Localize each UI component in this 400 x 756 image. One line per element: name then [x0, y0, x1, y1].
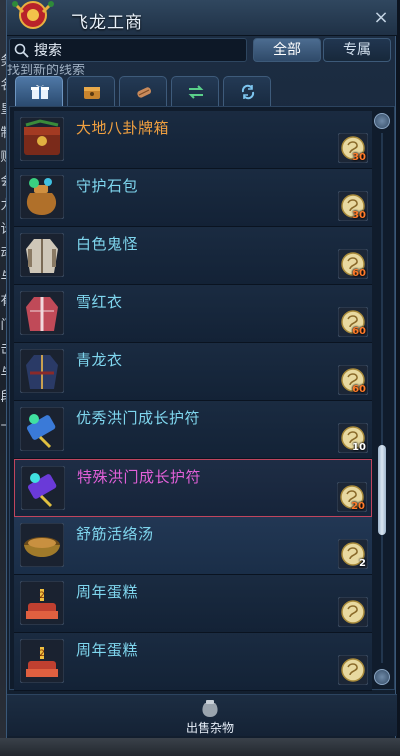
swap-icon	[188, 85, 204, 99]
coin-icon	[337, 654, 369, 686]
item-name: 周年蛋糕	[76, 583, 139, 601]
box-icon	[84, 87, 100, 99]
chest-icon	[20, 117, 64, 161]
stone-bag-icon	[20, 175, 64, 219]
item-row[interactable]: 特殊洪门成长护符 20	[14, 459, 372, 517]
gift-icon	[31, 84, 49, 99]
footer-bar: 出售杂物	[7, 694, 397, 736]
price-tag	[337, 596, 369, 628]
item-row[interactable]: 白色鬼怪 60	[14, 227, 372, 285]
item-name: 守护石包	[76, 177, 139, 195]
window-title: 飞龙工商	[71, 13, 143, 33]
item-row[interactable]: 守护石包 30	[14, 169, 372, 227]
svg-text:2: 2	[39, 591, 45, 601]
sell-junk-button[interactable]: 出售杂物	[175, 697, 245, 737]
sell-junk-label: 出售杂物	[185, 721, 234, 735]
item-name: 舒筋活络汤	[76, 525, 154, 543]
price-tag: 30	[337, 190, 369, 222]
tab-box[interactable]	[67, 76, 115, 106]
tab-refresh[interactable]	[223, 76, 271, 106]
item-row[interactable]: 舒筋活络汤 2	[14, 517, 372, 575]
tab-trade[interactable]	[171, 76, 219, 106]
price-value: 60	[352, 326, 366, 337]
scroll-down-button[interactable]	[374, 669, 390, 685]
search-icon	[14, 43, 29, 58]
scrollbar-track[interactable]	[381, 133, 383, 663]
coin-bag-icon	[202, 700, 218, 717]
price-tag: 10	[337, 422, 369, 454]
price-tag: 60	[337, 248, 369, 280]
cake-icon: 2	[20, 581, 64, 625]
dragon-robe-icon	[20, 349, 64, 393]
search-input[interactable]	[34, 41, 239, 61]
item-name: 大地八卦牌箱	[76, 119, 170, 137]
price-value: 10	[352, 442, 366, 453]
filter-exclusive-button[interactable]: 专属	[323, 38, 391, 62]
cake-icon: 2	[20, 639, 64, 683]
price-tag: 20	[336, 481, 368, 513]
tab-scroll[interactable]	[119, 76, 167, 106]
price-value: 20	[351, 501, 365, 512]
price-value: 30	[352, 210, 366, 221]
white-robe-icon	[20, 233, 64, 277]
close-button[interactable]: ×	[371, 8, 391, 28]
item-name: 青龙衣	[76, 351, 123, 369]
item-row[interactable]: 雪红衣 60	[14, 285, 372, 343]
refresh-icon	[241, 84, 255, 100]
item-name: 特殊洪门成长护符	[77, 468, 202, 486]
scroll-icon	[137, 87, 152, 98]
item-name: 优秀洪门成长护符	[76, 409, 201, 427]
item-row[interactable]: 优秀洪门成长护符 10	[14, 401, 372, 459]
item-row[interactable]: 青龙衣 60	[14, 343, 372, 401]
item-row[interactable]: 2 周年蛋糕	[14, 575, 372, 633]
talisman-purple-icon	[21, 466, 65, 510]
svg-text:2: 2	[39, 649, 45, 659]
price-tag: 2	[337, 538, 369, 570]
coin-icon	[337, 596, 369, 628]
search-box[interactable]	[9, 38, 247, 62]
red-robe-icon	[20, 291, 64, 335]
price-value: 30	[352, 152, 366, 163]
price-value: 60	[352, 268, 366, 279]
price-tag: 60	[337, 306, 369, 338]
item-name: 白色鬼怪	[76, 235, 139, 253]
scrollbar-thumb[interactable]	[378, 445, 386, 535]
scroll-up-button[interactable]	[374, 113, 390, 129]
price-tag: 30	[337, 132, 369, 164]
price-tag	[337, 654, 369, 686]
price-tag: 60	[337, 364, 369, 396]
item-row[interactable]: 大地八卦牌箱 30	[14, 111, 372, 169]
filter-all-button[interactable]: 全部	[253, 38, 321, 62]
background-taskbar-strip	[0, 738, 400, 756]
soup-icon	[20, 523, 64, 567]
item-list: 大地八卦牌箱 30 守护石包 30 白色鬼怪 60 雪红衣 60 青龙衣 60 优秀洪门成长护符 10…	[9, 106, 395, 691]
title-bar: 飞龙工商 ×	[7, 0, 397, 36]
item-name: 雪红衣	[76, 293, 123, 311]
item-row[interactable]: 2 周年蛋糕	[14, 633, 372, 691]
price-value: 60	[352, 384, 366, 395]
price-value: 2	[359, 558, 366, 569]
item-name: 周年蛋糕	[76, 641, 139, 659]
tab-gift[interactable]	[15, 76, 63, 106]
talisman-icon	[20, 407, 64, 451]
shop-emblem-icon	[12, 1, 54, 29]
shop-window: 飞龙工商 × 全部 专属 找到新的线索	[6, 0, 397, 756]
